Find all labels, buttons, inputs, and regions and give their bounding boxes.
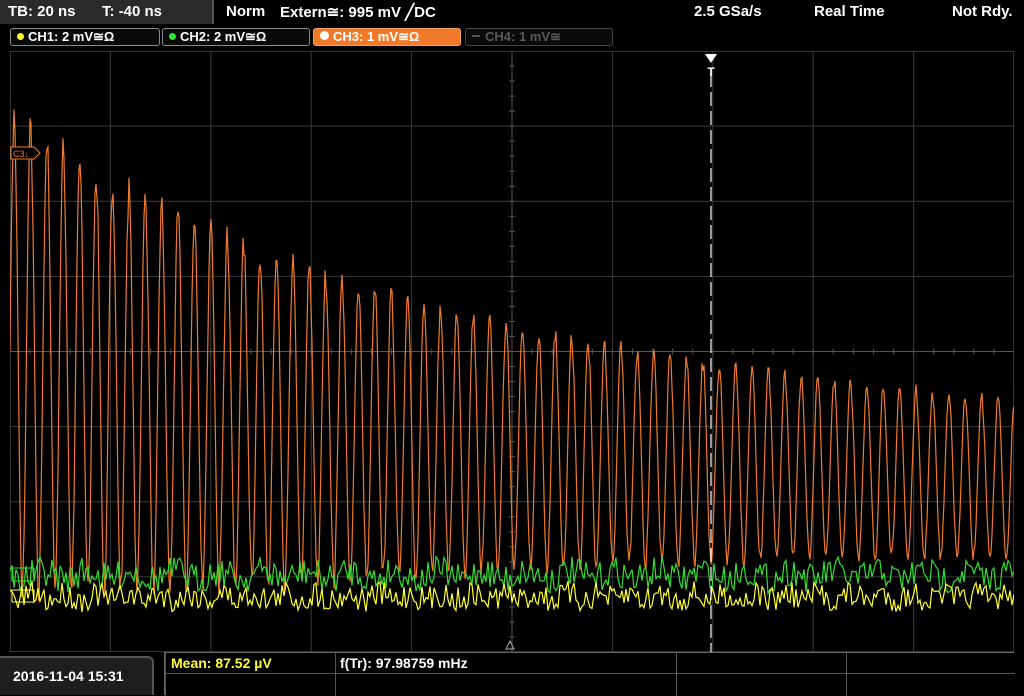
channel-2-dot-icon [169,33,176,40]
datetime-box: 2016-11-04 15:31 [0,656,154,695]
channel-4-off-icon [472,35,480,37]
trigger-time-label: T: -40 ns [102,3,163,20]
status-bar: TB: 20 ns T: -40 ns Norm Extern≅: 995 mV… [0,0,1024,24]
meas-divider [335,653,336,696]
waveform-display[interactable]: T C3↓ [10,51,1014,652]
channel-3-dot-icon [320,31,329,40]
timebase-box[interactable]: TB: 20 ns T: -40 ns [0,0,214,24]
datetime-label: 2016-11-04 15:31 [13,668,124,684]
meas-divider [676,653,677,696]
trigger-marker-label: T [707,65,715,79]
channel-4-button[interactable]: CH4: 1 mV≅ [465,28,613,46]
timebase-label: TB: 20 ns [8,3,76,20]
channel-4-label: CH4: 1 mV≅ [485,29,561,44]
meas-divider [165,653,166,696]
channel-2-button[interactable]: CH2: 2 mV≅Ω [162,28,310,46]
channel-bar: CH1: 2 mV≅Ω CH2: 2 mV≅Ω CH3: 1 mV≅Ω CH4:… [0,24,1024,49]
frequency-measurement: f(Tr): 97.98759 mHz [340,655,468,671]
sample-rate: 2.5 GSa/s [694,3,762,20]
channel-1-button[interactable]: CH1: 2 mV≅Ω [10,28,160,46]
acquisition-mode: Real Time [814,3,885,20]
acquisition-status: Not Rdy. [952,3,1013,20]
channel-3-button[interactable]: CH3: 1 mV≅Ω [313,28,461,46]
ch3-level-label: C3↓ [13,149,29,159]
channel-1-label: CH1: 2 mV≅Ω [28,29,115,44]
mean-measurement: Mean: 87.52 µV [171,655,272,671]
channel-3-label: CH3: 1 mV≅Ω [333,29,420,44]
channel-2-label: CH2: 2 mV≅Ω [180,29,267,44]
measurement-panel[interactable]: Mean: 87.52 µV f(Tr): 97.98759 mHz [164,652,1015,696]
trigger-source[interactable]: Extern≅: 995 mV ╱DC [280,3,436,21]
trigger-mode[interactable]: Norm [226,3,265,20]
ch3-level-marker[interactable]: C3↓ [10,146,41,160]
channel-1-dot-icon [17,33,24,40]
meas-divider [846,653,847,696]
meas-divider [165,673,1015,674]
